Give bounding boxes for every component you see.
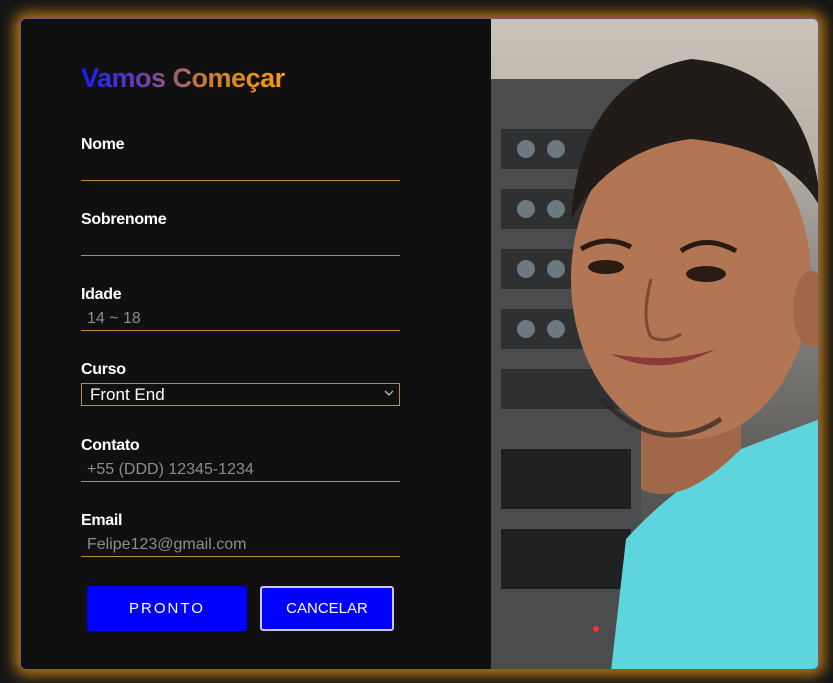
person-photo bbox=[491, 19, 818, 669]
sobrenome-input[interactable] bbox=[81, 231, 400, 256]
idade-field: Idade bbox=[81, 286, 400, 331]
nome-input[interactable] bbox=[81, 156, 400, 181]
signup-card: Vamos Começar Nome Sobrenome Idade Curso… bbox=[20, 18, 819, 670]
contato-input[interactable] bbox=[81, 457, 400, 482]
curso-select[interactable]: Front End bbox=[81, 383, 400, 406]
nome-label: Nome bbox=[81, 136, 125, 153]
contato-label: Contato bbox=[81, 437, 140, 454]
email-label: Email bbox=[81, 512, 123, 529]
person-photo-illustration bbox=[491, 59, 818, 669]
idade-input[interactable] bbox=[81, 306, 400, 331]
curso-field: Curso Front End bbox=[81, 361, 400, 406]
form-panel: Vamos Começar Nome Sobrenome Idade Curso… bbox=[21, 19, 491, 669]
email-input[interactable] bbox=[81, 532, 400, 557]
sobrenome-field: Sobrenome bbox=[81, 211, 400, 256]
pronto-button[interactable]: PRONTO bbox=[87, 586, 247, 631]
cancel-button[interactable]: CANCELAR bbox=[260, 586, 394, 631]
contato-field: Contato bbox=[81, 437, 400, 482]
form-title: Vamos Começar bbox=[81, 63, 285, 93]
nome-field: Nome bbox=[81, 136, 400, 181]
chevron-down-icon bbox=[384, 390, 394, 396]
curso-selected-value: Front End bbox=[90, 385, 165, 404]
sobrenome-label: Sobrenome bbox=[81, 211, 167, 228]
email-field: Email bbox=[81, 512, 400, 557]
idade-label: Idade bbox=[81, 286, 122, 303]
curso-label: Curso bbox=[81, 361, 126, 378]
